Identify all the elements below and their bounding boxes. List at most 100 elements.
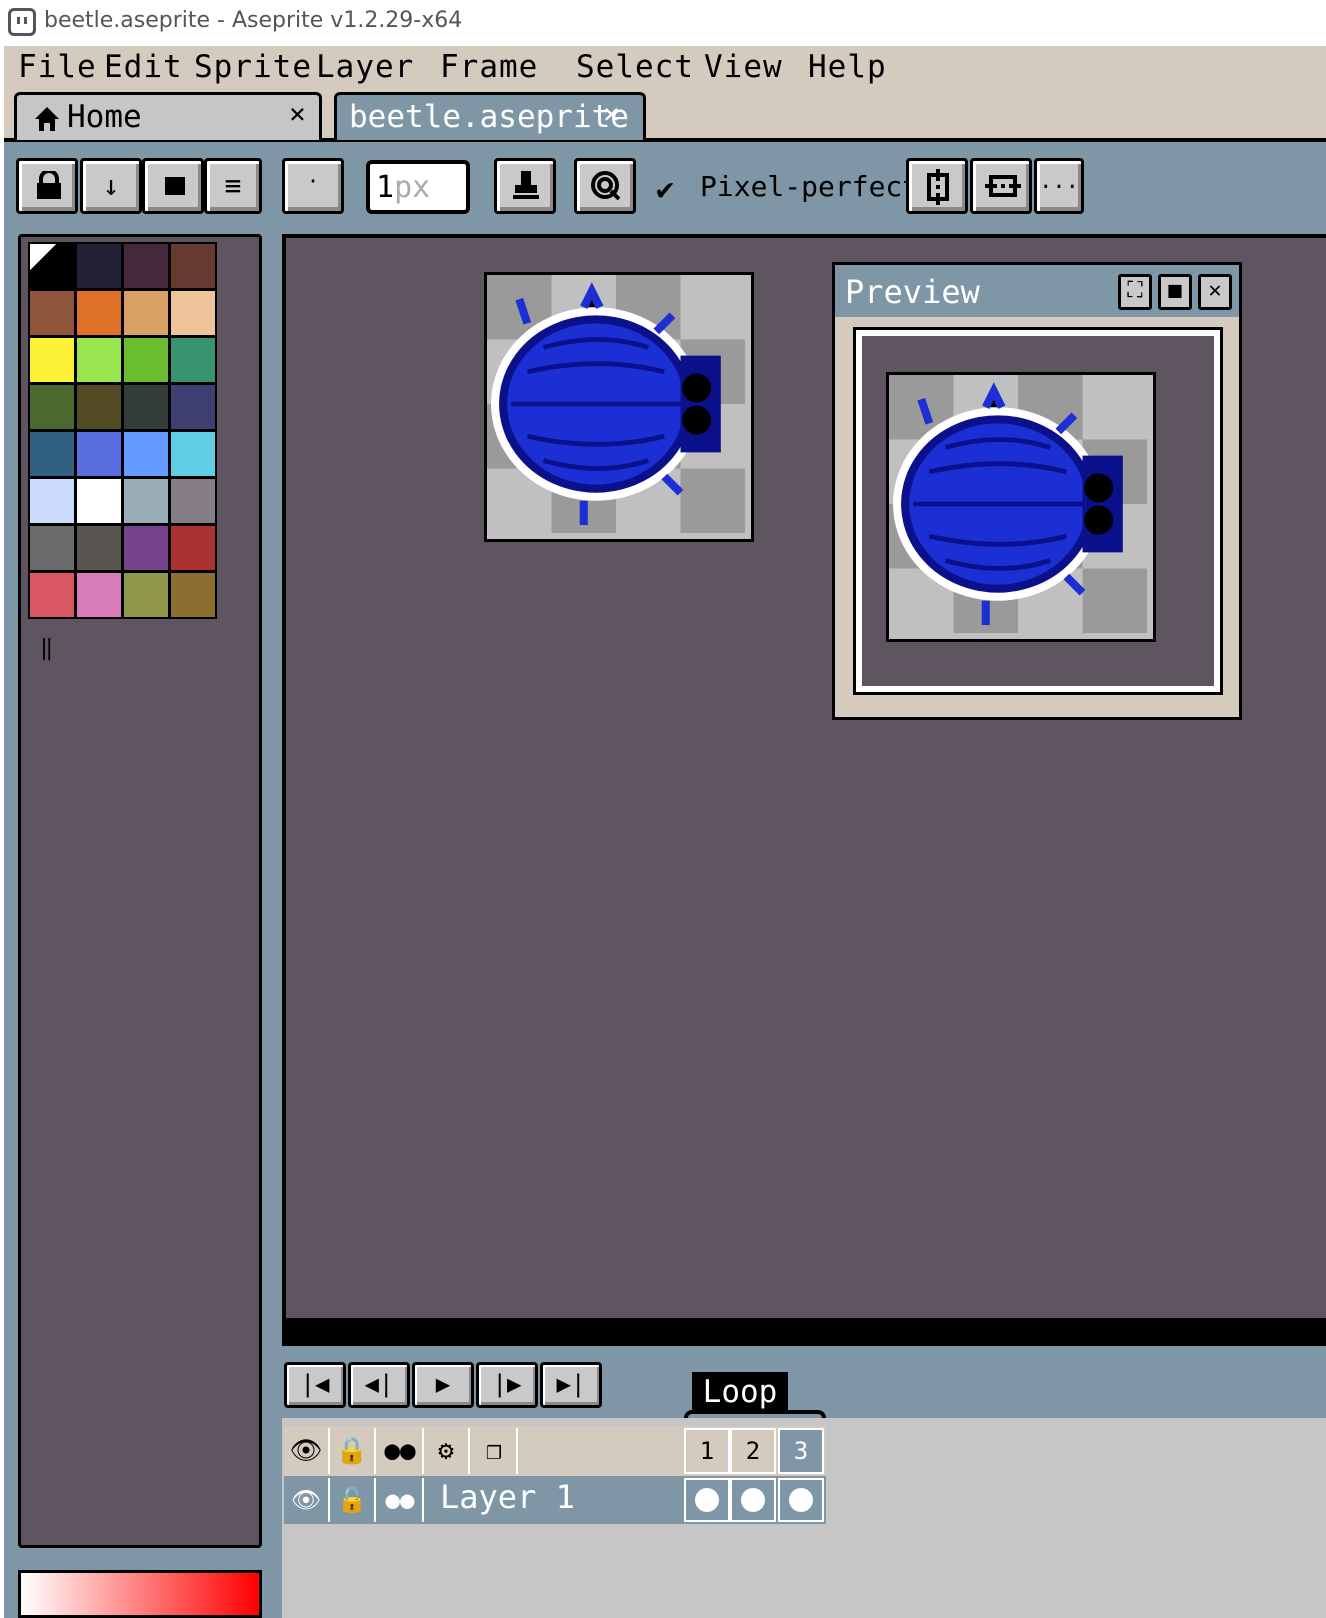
preview-maximize-button[interactable]: ■ (1158, 274, 1192, 310)
menu-frame[interactable]: Frame (440, 46, 538, 88)
palette-swatch[interactable] (122, 477, 170, 525)
palette-swatch[interactable] (75, 289, 123, 337)
symmetry-horizontal-icon (985, 175, 1021, 197)
layer-name[interactable]: Layer 1 (440, 1478, 575, 1516)
palette-swatch[interactable] (28, 242, 76, 290)
preview-fullscreen-button[interactable]: ⛶ (1118, 274, 1152, 310)
palette-swatch[interactable] (169, 336, 217, 384)
menu-file[interactable]: File (18, 46, 97, 88)
next-frame-button[interactable]: |▶ (476, 1362, 538, 1408)
palette-swatch[interactable] (28, 477, 76, 525)
palette-swatch[interactable] (122, 242, 170, 290)
palette-swatch[interactable] (28, 289, 76, 337)
opacity-button[interactable] (574, 158, 636, 214)
brush-options-button[interactable]: ≡ (204, 158, 262, 214)
menu-view[interactable]: View (704, 46, 783, 88)
lock-alpha-button[interactable] (16, 158, 78, 214)
menu-edit[interactable]: Edit (104, 46, 183, 88)
sprite-canvas[interactable] (484, 272, 754, 542)
aseprite-app-icon (8, 8, 36, 36)
palette-swatch[interactable] (75, 242, 123, 290)
menu-select[interactable]: Select (576, 46, 694, 88)
first-frame-button[interactable]: |◀ (284, 1362, 346, 1408)
layer-continuous-icon[interactable]: ●● (378, 1478, 424, 1522)
beetle-sprite-preview (889, 375, 1147, 633)
onion-skin-icon[interactable]: ❐ (472, 1428, 518, 1474)
palette-swatch[interactable] (169, 571, 217, 619)
palette-swatch[interactable] (28, 336, 76, 384)
frame-header-1[interactable]: 1 (684, 1428, 730, 1474)
symmetry-horizontal-button[interactable] (970, 158, 1032, 214)
brush-size-input[interactable]: 1px (366, 160, 470, 214)
palette-swatch[interactable] (169, 289, 217, 337)
previous-frame-button[interactable]: ◀| (348, 1362, 410, 1408)
palette-swatch[interactable] (28, 571, 76, 619)
lock-header-icon[interactable]: 🔒 (330, 1428, 376, 1474)
close-icon[interactable]: × (289, 97, 306, 130)
layer-lock-icon[interactable]: 🔓 (330, 1478, 376, 1522)
palette-swatch[interactable] (122, 289, 170, 337)
palette-swatch[interactable] (122, 383, 170, 431)
layer-visibility-icon[interactable]: 👁 (284, 1478, 330, 1522)
play-icon: ▶ (435, 1370, 451, 1398)
palette-swatch[interactable] (122, 336, 170, 384)
palette-swatch[interactable] (75, 430, 123, 478)
brush-preview-button[interactable]: · (282, 158, 344, 214)
continuous-header-icon[interactable]: ●● (378, 1428, 424, 1474)
frame-header-3[interactable]: 3 (778, 1428, 824, 1474)
palette-swatch[interactable] (122, 571, 170, 619)
palette-swatch[interactable] (28, 524, 76, 572)
palette-swatch[interactable] (122, 524, 170, 572)
ink-stamp-icon (513, 171, 539, 199)
brush-shape-button[interactable] (142, 158, 204, 214)
tab-home-label: Home (67, 99, 142, 135)
palette-swatch[interactable] (75, 524, 123, 572)
menu-layer[interactable]: Layer (316, 46, 414, 88)
tab-home[interactable]: Home × (14, 92, 322, 140)
tab-beetle-document[interactable]: beetle.aseprite × (334, 92, 646, 140)
palette-swatch[interactable] (169, 242, 217, 290)
palette-swatch[interactable] (122, 430, 170, 478)
dot-icon: · (306, 169, 320, 193)
menu-help[interactable]: Help (808, 46, 887, 88)
palette-swatch[interactable] (75, 477, 123, 525)
palette-swatch[interactable] (28, 383, 76, 431)
layer-settings-icon[interactable]: ⚙ (424, 1428, 470, 1474)
palette-swatch[interactable] (75, 383, 123, 431)
pixel-perfect-checkbox[interactable]: ✔ (656, 172, 674, 207)
last-frame-button[interactable]: ▶| (540, 1362, 602, 1408)
brush-size-unit: px (394, 170, 431, 205)
play-button[interactable]: ▶ (412, 1362, 474, 1408)
symmetry-vertical-button[interactable] (906, 158, 968, 214)
lock-icon (37, 171, 61, 199)
brush-size-value: 1 (376, 170, 395, 205)
frame-tag-loop[interactable]: Loop (692, 1372, 788, 1414)
spiral-icon (591, 171, 621, 201)
frame-header-2[interactable]: 2 (730, 1428, 776, 1474)
palette-swatch[interactable] (169, 430, 217, 478)
cel-frame-1[interactable] (684, 1478, 730, 1522)
cel-frame-2[interactable] (730, 1478, 776, 1522)
menu-sprite[interactable]: Sprite (194, 46, 312, 88)
cel-frame-3[interactable] (778, 1478, 824, 1522)
palette-swatch[interactable] (28, 430, 76, 478)
preview-close-button[interactable]: ✕ (1198, 274, 1232, 310)
palette-swatch[interactable] (169, 383, 217, 431)
palette-swatch[interactable] (169, 477, 217, 525)
color-bar[interactable] (18, 1570, 262, 1618)
palette-swatch[interactable] (75, 571, 123, 619)
more-options-button[interactable]: ... (1034, 158, 1084, 214)
palette-resize-handle[interactable]: ‖ (40, 636, 53, 661)
visibility-header-icon[interactable]: 👁 (284, 1428, 330, 1474)
fullscreen-icon: ⛶ (1127, 278, 1143, 303)
first-frame-icon: |◀ (300, 1370, 330, 1398)
brush-type-button[interactable]: ↓ (80, 158, 142, 214)
tab-document-label: beetle.aseprite (349, 99, 629, 135)
preview-sprite (886, 372, 1156, 642)
palette-swatch[interactable] (169, 524, 217, 572)
close-icon[interactable]: × (603, 97, 620, 130)
ink-button[interactable] (494, 158, 556, 214)
palette-swatch[interactable] (75, 336, 123, 384)
square-brush-icon (165, 177, 185, 195)
preview-title: Preview (845, 273, 980, 311)
